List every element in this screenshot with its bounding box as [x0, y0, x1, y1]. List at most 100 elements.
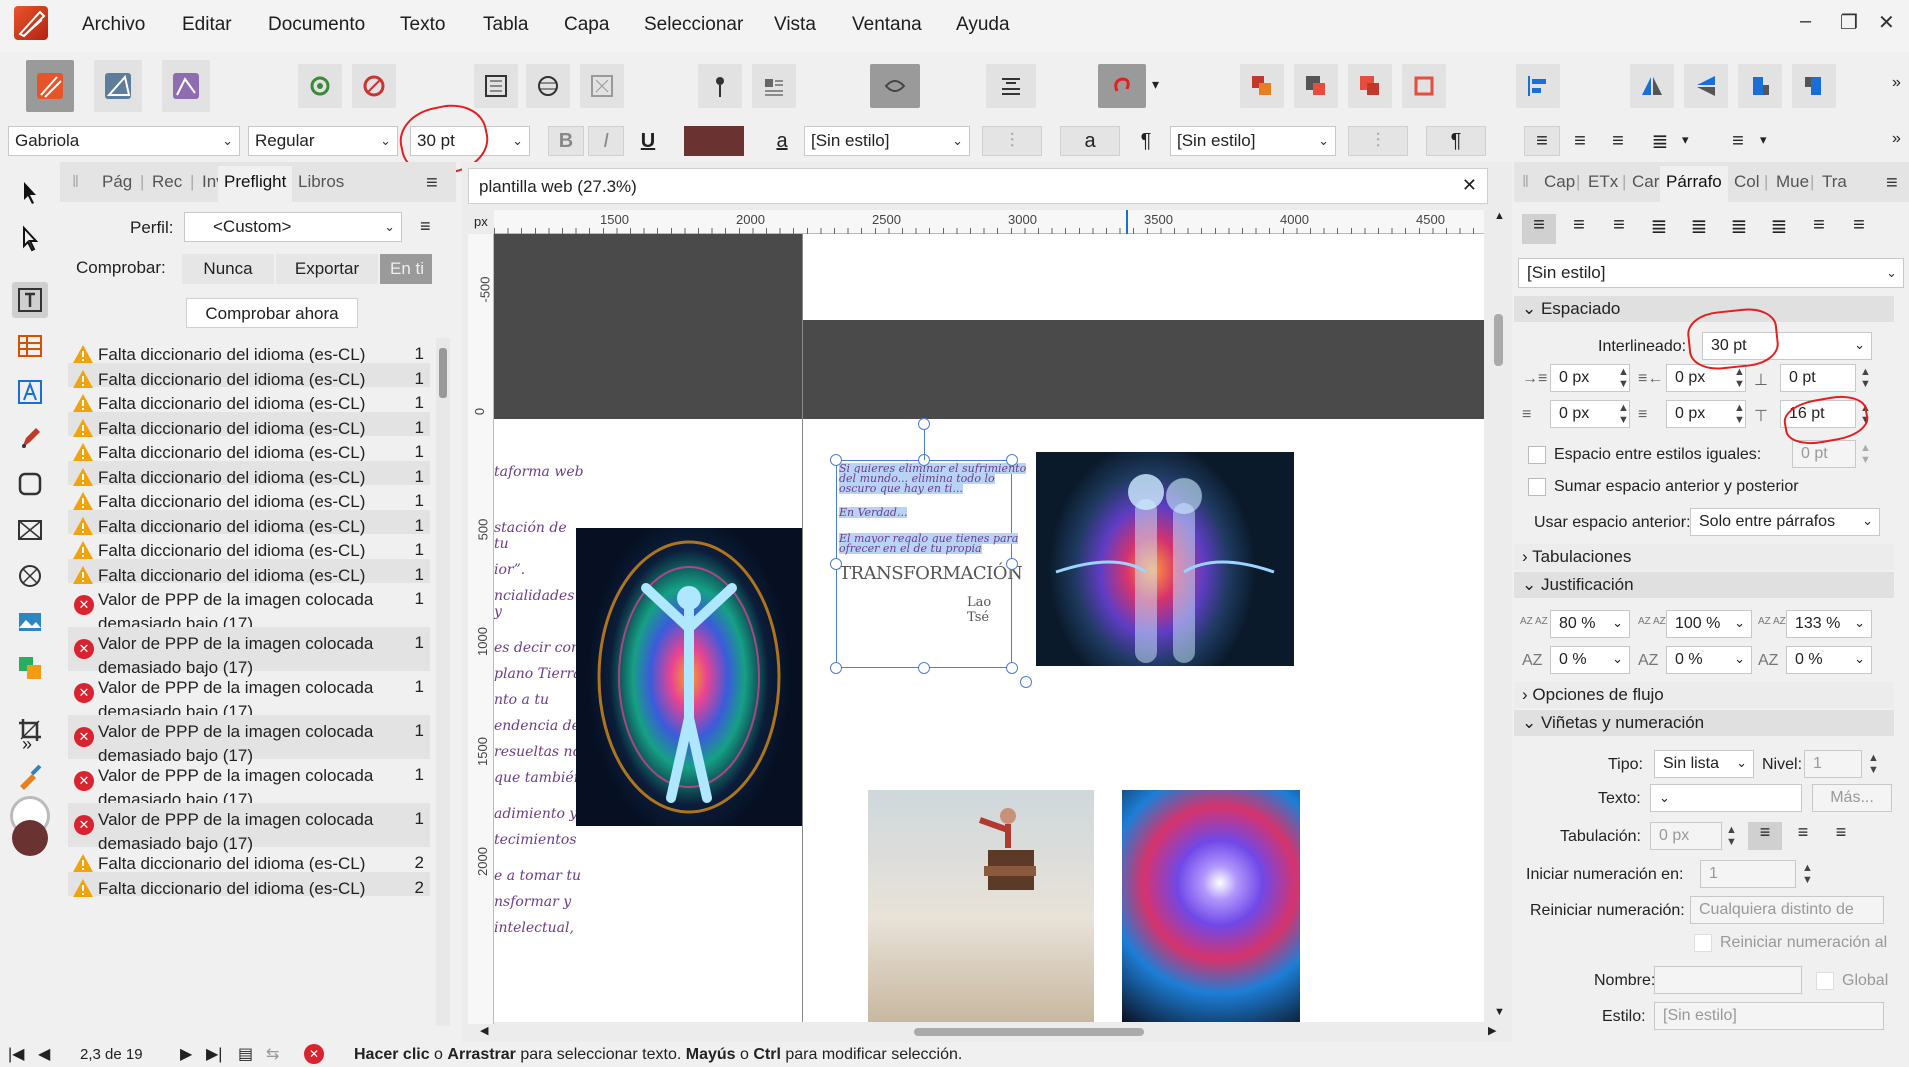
minimize-button[interactable]: – [1800, 10, 1811, 33]
list-item[interactable]: ✕ Valor de PPP de la imagen colocada dema… [68, 759, 430, 809]
list-item[interactable]: Falta diccionario del idioma (es-CL) 1 [68, 558, 430, 585]
text-wrap-icon[interactable] [526, 64, 570, 108]
list-item[interactable]: Falta diccionario del idioma (es-CL) 1 [68, 485, 430, 511]
app-logo-icon[interactable] [14, 6, 48, 40]
vertical-scroll-thumb[interactable] [1494, 314, 1503, 366]
paragraph-style-select[interactable]: [Sin estilo] ⌄ [1170, 126, 1336, 156]
indent-right-stepper[interactable]: ▲ ▼ [1618, 402, 1629, 426]
tab-resources[interactable]: Rec [152, 172, 182, 192]
tab-tra[interactable]: Tra [1822, 172, 1847, 192]
letter-spacing-min-field[interactable]: 0 % ⌄ [1550, 646, 1630, 674]
menu-seleccionar[interactable]: Seleccionar [644, 14, 743, 36]
show-frame-icon[interactable] [474, 64, 518, 108]
list-item[interactable]: ✕ Valor de PPP de la imagen colocada dema… [68, 583, 430, 633]
para-align-center-button[interactable]: ≡ [1562, 214, 1596, 244]
body-text-line[interactable]: ior”. [494, 562, 584, 578]
indent-left-stepper[interactable]: ▲ ▼ [1618, 366, 1629, 390]
same-styles-stepper[interactable]: ▲ ▼ [1860, 442, 1871, 466]
body-text-line[interactable]: resueltas no [494, 744, 584, 760]
check-live-button[interactable]: En ti [380, 254, 432, 284]
spread-icon[interactable]: ⇆ [266, 1044, 279, 1064]
panel-menu-icon[interactable]: ≡ [1886, 172, 1898, 195]
body-text-line[interactable]: es decir con [494, 640, 584, 656]
char-style-icon[interactable]: a [768, 126, 796, 156]
body-text-line[interactable]: taforma web [494, 464, 584, 480]
bullets-section-header[interactable]: ⌄ Viñetas y numeración [1514, 710, 1894, 736]
same-styles-checkbox[interactable] [1528, 446, 1546, 464]
list-item[interactable]: ✕ Valor de PPP de la imagen colocada dema… [68, 627, 430, 677]
place-image-tool-icon[interactable] [12, 604, 48, 640]
name-field[interactable] [1654, 966, 1802, 994]
menu-documento[interactable]: Documento [268, 14, 365, 36]
list-style-select[interactable]: [Sin estilo] [1654, 1002, 1884, 1030]
word-spacing-min-field[interactable]: 80 % ⌄ [1550, 610, 1630, 638]
glowing-figure-image[interactable] [576, 528, 802, 826]
underline-button[interactable]: U [630, 126, 666, 156]
check-export-button[interactable]: Exportar [276, 254, 378, 284]
tab-paragraph[interactable]: Párrafo [1660, 166, 1728, 202]
text-frame-icon[interactable] [986, 64, 1036, 108]
menu-vista[interactable]: Vista [774, 14, 816, 36]
settings-gear-icon[interactable] [298, 64, 342, 108]
last-line-indent-stepper[interactable]: ▲ ▼ [1734, 402, 1745, 426]
text-color-swatch[interactable] [684, 126, 744, 156]
twin-figures-image[interactable] [1036, 452, 1294, 666]
body-text-line[interactable]: plano Tierra [494, 666, 584, 682]
frame-break-icon[interactable] [580, 64, 624, 108]
tab-books[interactable]: Libros [298, 172, 344, 192]
horizontal-ruler[interactable]: 1500 2000 2500 3000 3500 4000 4500 [494, 210, 1484, 234]
undo-dropdown-chevron-icon[interactable]: ▾ [1152, 76, 1159, 93]
document-tab[interactable]: plantilla web (27.3%) ✕ [468, 168, 1488, 204]
restart-numbering-select[interactable]: Cualquiera distinto de [1690, 896, 1884, 924]
send-to-back-icon[interactable] [1402, 64, 1446, 108]
body-text-line[interactable]: adimiento y [494, 806, 584, 822]
more-button[interactable]: Más... [1812, 784, 1892, 812]
bullet-align-right-button[interactable]: ≡ [1824, 822, 1858, 850]
italic-button[interactable]: I [588, 126, 624, 156]
tab-preflight[interactable]: Preflight [218, 166, 293, 202]
panel-menu-icon[interactable]: ≡ [426, 172, 438, 195]
canvas[interactable]: taforma web stación de tu ior”. ncialidades… [494, 234, 1484, 1022]
quote-author[interactable]: Lao Tsé [967, 595, 1011, 625]
tab-car[interactable]: Car [1632, 172, 1659, 192]
bullet-tab-stepper[interactable]: ▲ ▼ [1726, 824, 1737, 848]
quote-text-frame[interactable]: Si quieres eliminar el sufrimiento del mu… [836, 460, 1027, 668]
para-align-left-button[interactable]: ≡ [1522, 214, 1556, 244]
close-window-button[interactable]: ✕ [1878, 10, 1895, 35]
body-text-line[interactable]: que también [494, 770, 584, 786]
bullet-tab-field[interactable]: 0 px [1650, 822, 1722, 850]
tab-col[interactable]: Col [1734, 172, 1760, 192]
fill-color-swatch[interactable] [12, 820, 48, 856]
quote-heading[interactable]: TRANSFORMACIÓN [839, 563, 1023, 584]
snapping-icon[interactable] [352, 64, 396, 108]
add-spacing-checkbox[interactable] [1528, 478, 1546, 496]
tools-expand-icon[interactable]: » [22, 734, 32, 755]
list-item[interactable]: ✕ Valor de PPP de la imagen colocada dema… [68, 803, 430, 853]
quote-line[interactable]: En Verdad... [839, 507, 908, 518]
flip-vertical-icon[interactable] [1684, 64, 1728, 108]
node-tool-icon[interactable] [12, 220, 48, 256]
selection-handle[interactable] [918, 662, 930, 674]
body-text-line[interactable]: ncialidades y [494, 588, 584, 620]
preview-mode-icon[interactable] [870, 64, 920, 108]
next-page-icon[interactable]: ▶ [180, 1044, 192, 1064]
list-item[interactable]: Falta diccionario del idioma (es-CL) 2 [68, 871, 430, 898]
body-text-line[interactable]: intelectual, [494, 920, 584, 936]
rotate-right-icon[interactable] [1792, 64, 1836, 108]
scroll-left-icon[interactable]: ◀ [480, 1024, 488, 1037]
list-item[interactable]: Falta diccionario del idioma (es-CL) 1 [68, 460, 430, 487]
list-item[interactable]: Falta diccionario del idioma (es-CL) 1 [68, 338, 430, 364]
body-text-line[interactable]: tecimientos [494, 832, 584, 848]
paragraph-panel-button[interactable]: ¶ [1426, 126, 1486, 156]
space-before-stepper[interactable]: ▲ ▼ [1860, 366, 1871, 390]
body-text-line[interactable]: e a tomar tu [494, 868, 584, 884]
undo-link-icon[interactable] [1098, 64, 1146, 108]
vertical-align-button[interactable]: ≡ [1720, 126, 1756, 156]
list-level-field[interactable]: 1 [1804, 750, 1862, 778]
vertical-align-chevron-icon[interactable]: ▾ [1760, 132, 1767, 148]
menu-tabla[interactable]: Tabla [483, 14, 528, 36]
check-never-button[interactable]: Nunca [182, 254, 274, 284]
bullet-align-center-button[interactable]: ≡ [1786, 822, 1820, 850]
use-space-select[interactable]: Solo entre párrafos ⌄ [1690, 508, 1880, 536]
photo-persona-icon[interactable] [162, 60, 210, 112]
